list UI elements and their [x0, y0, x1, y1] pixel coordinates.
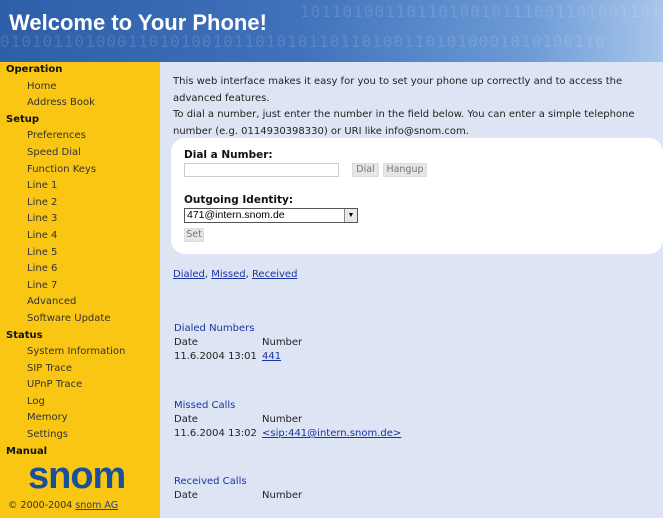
received-link[interactable]: Received [252, 269, 298, 280]
sidebar-item-preferences[interactable]: Preferences [0, 128, 160, 145]
copyright: © 2000-2004 snom AG [8, 500, 118, 511]
table-header: Date Number [174, 413, 302, 427]
sidebar-item-line-7[interactable]: Line 7 [0, 278, 160, 295]
intro-paragraph: To dial a number, just enter the number … [173, 109, 635, 137]
snom-logo: snom [28, 455, 126, 497]
table-row: 11.6.2004 13:01 441 [174, 350, 281, 364]
logo-area: snom © 2000-2004 snom AG [0, 455, 160, 518]
header-binary-pattern: 1011010011011010010111001101001101110010… [300, 2, 663, 21]
set-button[interactable]: Set [184, 228, 204, 242]
hangup-button[interactable]: Hangup [383, 163, 427, 177]
sidebar-item-line-6[interactable]: Line 6 [0, 261, 160, 278]
copyright-text: © 2000-2004 [8, 500, 73, 511]
date-column-header: Date [174, 337, 198, 348]
dial-panel: Dial a Number: Dial Hangup Outgoing Iden… [171, 138, 663, 254]
main-content: This web interface makes it easy for you… [160, 62, 663, 518]
call-date: 11.6.2004 13:02 [174, 428, 257, 439]
outgoing-identity-value: 471@intern.snom.de [187, 209, 285, 221]
date-column-header: Date [174, 490, 198, 501]
sidebar-item-line-1[interactable]: Line 1 [0, 178, 160, 195]
dialed-numbers-heading: Dialed Numbers [174, 323, 255, 334]
snom-ag-link[interactable]: snom AG [75, 500, 118, 511]
dialed-numbers-section: Dialed Numbers Date Number 11.6.2004 13:… [174, 322, 302, 364]
sidebar-item-advanced[interactable]: Advanced [0, 294, 160, 311]
call-date: 11.6.2004 13:01 [174, 351, 257, 362]
page-title: Welcome to Your Phone! [9, 10, 267, 35]
sidebar-item-software-update[interactable]: Software Update [0, 311, 160, 328]
outgoing-identity-label: Outgoing Identity: [184, 194, 294, 206]
sidebar-section-setup[interactable]: Setup [0, 112, 160, 129]
sidebar-item-log[interactable]: Log [0, 394, 160, 411]
sidebar-item-system-information[interactable]: System Information [0, 344, 160, 361]
sidebar-item-line-2[interactable]: Line 2 [0, 195, 160, 212]
table-header: Date Number [174, 336, 302, 350]
received-calls-section: Received Calls Date Number [174, 475, 302, 503]
number-column-header: Number [262, 337, 303, 348]
dial-number-label: Dial a Number: [184, 149, 273, 161]
intro-paragraph: This web interface makes it easy for you… [173, 76, 623, 104]
dialed-link[interactable]: Dialed [173, 269, 205, 280]
number-column-header: Number [262, 490, 303, 501]
sidebar-item-line-3[interactable]: Line 3 [0, 211, 160, 228]
sidebar-item-sip-trace[interactable]: SIP Trace [0, 361, 160, 378]
sidebar-item-home[interactable]: Home [0, 79, 160, 96]
call-number-link[interactable]: 441 [262, 350, 281, 364]
sidebar: Operation Home Address Book Setup Prefer… [0, 62, 160, 518]
number-column-header: Number [262, 414, 303, 425]
chevron-down-icon[interactable]: ▼ [344, 209, 357, 222]
outgoing-identity-select[interactable]: 471@intern.snom.de ▼ [184, 208, 358, 223]
call-list-links: Dialed, Missed, Received [173, 269, 297, 280]
missed-calls-section: Missed Calls Date Number 11.6.2004 13:02… [174, 399, 401, 441]
sidebar-item-address-book[interactable]: Address Book [0, 95, 160, 112]
missed-calls-heading: Missed Calls [174, 400, 236, 411]
sidebar-item-speed-dial[interactable]: Speed Dial [0, 145, 160, 162]
table-header: Date Number [174, 489, 302, 503]
date-column-header: Date [174, 414, 198, 425]
intro-text: This web interface makes it easy for you… [173, 74, 653, 140]
table-row: 11.6.2004 13:02 <sip:441@intern.snom.de> [174, 427, 401, 441]
sidebar-item-settings[interactable]: Settings [0, 427, 160, 444]
call-number-link[interactable]: <sip:441@intern.snom.de> [262, 427, 401, 441]
sidebar-item-line-5[interactable]: Line 5 [0, 245, 160, 262]
page-header: 1011010011011010010111001101001101110010… [0, 0, 663, 62]
sidebar-item-upnp-trace[interactable]: UPnP Trace [0, 377, 160, 394]
missed-link[interactable]: Missed [211, 269, 245, 280]
dial-button[interactable]: Dial [352, 163, 379, 177]
sidebar-section-operation[interactable]: Operation [0, 62, 160, 79]
sidebar-nav: Operation Home Address Book Setup Prefer… [0, 62, 160, 460]
dial-number-input[interactable] [184, 163, 339, 177]
received-calls-heading: Received Calls [174, 476, 247, 487]
sidebar-item-line-4[interactable]: Line 4 [0, 228, 160, 245]
sidebar-section-status[interactable]: Status [0, 328, 160, 345]
sidebar-item-function-keys[interactable]: Function Keys [0, 162, 160, 179]
sidebar-item-memory[interactable]: Memory [0, 410, 160, 427]
